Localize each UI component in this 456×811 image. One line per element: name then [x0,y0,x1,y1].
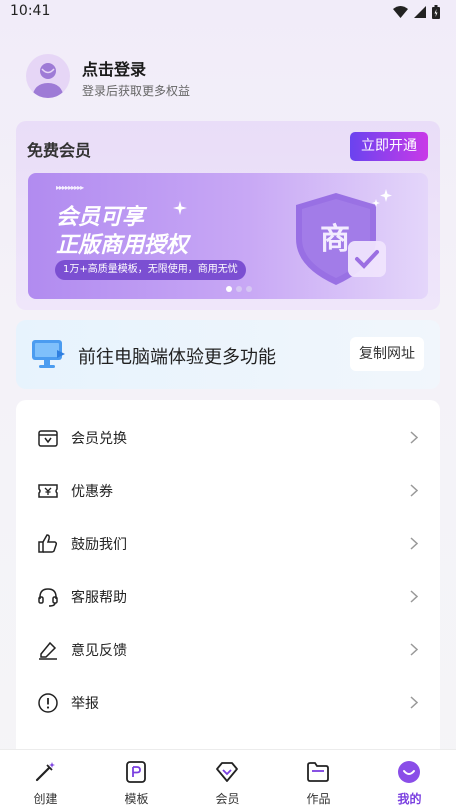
chevron-right-icon [410,696,418,709]
battery-icon [432,5,440,19]
settings-menu: 会员兑换 优惠券 鼓励我们 客服帮助 意见反馈 举报 [16,400,440,760]
menu-label: 客服帮助 [71,590,127,606]
chevron-right-icon [410,431,418,444]
chevron-right-icon [410,484,418,497]
sparkle-icon [173,201,187,215]
page-dot [246,286,252,292]
menu-label: 举报 [71,696,99,712]
tab-membership[interactable]: 会员 [182,750,273,811]
chevron-right-icon [410,590,418,603]
chevron-right-icon [410,643,418,656]
menu-label: 鼓励我们 [71,537,127,553]
chevron-right-icon [410,537,418,550]
folder-icon [307,762,329,782]
pc-promo-card: 前往电脑端体验更多功能 复制网址 [16,320,440,389]
tab-label: 作品 [306,792,331,806]
commercial-shield-icon: 商 [296,189,392,285]
login-title[interactable]: 点击登录 [82,56,146,80]
menu-item-coupon[interactable]: 优惠券 [16,465,440,518]
menu-item-customer-service[interactable]: 客服帮助 [16,571,440,624]
shield-char: 商 [320,222,350,257]
pc-promo-text: 前往电脑端体验更多功能 [78,347,276,368]
menu-item-report[interactable]: 举报 [16,677,440,730]
menu-label: 优惠券 [71,484,113,500]
open-membership-button[interactable]: 立即开通 [350,132,428,161]
tab-works[interactable]: 作品 [273,750,364,811]
thumbs-up-icon [38,534,58,553]
wifi-icon [393,6,408,18]
member-banner[interactable]: ▸▸▸▸▸▸▸▸▸ 会员可享 正版商用授权 1万+高质量模板，无限使用，商用无忧… [28,173,428,299]
member-exchange-icon [38,430,58,447]
bottom-tab-bar: 创建 模板 会员 作品 我的 [0,749,456,811]
tab-mine[interactable]: 我的 [364,750,455,811]
computer-icon [32,340,65,368]
member-status-title: 免费会员 [27,141,92,160]
banner-pagination [226,286,252,292]
menu-item-member-exchange[interactable]: 会员兑换 [16,412,440,465]
page-dot-active [226,286,232,292]
copy-url-button[interactable]: 复制网址 [350,337,424,371]
tab-create[interactable]: 创建 [0,750,91,811]
banner-headline-2: 正版商用授权 [56,233,189,258]
template-icon [126,761,146,783]
login-profile[interactable]: 点击登录 登录后获取更多权益 [26,54,426,100]
magic-wand-icon [35,762,55,782]
tab-label: 创建 [33,792,58,806]
status-icons [393,5,440,19]
feedback-icon [39,641,57,660]
avatar[interactable] [26,54,70,98]
member-card: 免费会员 立即开通 ▸▸▸▸▸▸▸▸▸ 会员可享 正版商用授权 1万+高质量模板… [16,121,440,310]
diamond-icon [216,762,238,782]
page-dot [236,286,242,292]
headset-icon [38,588,58,607]
coupon-icon [38,484,58,498]
menu-label: 意见反馈 [71,643,127,659]
report-icon [38,693,58,713]
menu-item-feedback[interactable]: 意见反馈 [16,624,440,677]
login-subtitle: 登录后获取更多权益 [82,84,191,98]
profile-icon [398,761,420,783]
menu-label: 会员兑换 [71,431,127,447]
tab-templates[interactable]: 模板 [91,750,182,811]
banner-arrows-decoration: ▸▸▸▸▸▸▸▸▸ [56,183,84,192]
tab-label: 我的 [397,792,422,806]
status-bar: 10:41 [0,0,456,26]
signal-icon [414,6,426,18]
menu-item-encourage-us[interactable]: 鼓励我们 [16,518,440,571]
banner-benefit-pill: 1万+高质量模板，无限使用，商用无忧 [55,260,246,280]
tab-label: 模板 [124,792,149,806]
tab-label: 会员 [215,792,240,806]
status-time: 10:41 [10,3,51,19]
